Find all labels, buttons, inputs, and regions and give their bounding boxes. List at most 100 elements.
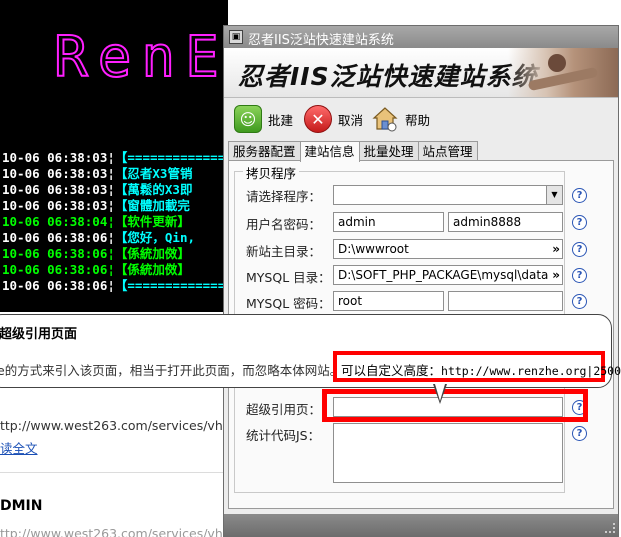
help-label: 帮助: [405, 112, 431, 128]
site-root-value: D:\wwwroot: [338, 242, 409, 256]
smiley-icon: ☺: [234, 105, 262, 133]
mysql-pwd-input[interactable]: root: [333, 291, 444, 311]
console-timestamp: 10-06 06:38:04: [2, 214, 108, 229]
app-window: ▣ 忍者IIS泛站快速建站系统 忍者IIS泛站快速建站系统 ☺ 批建 ✕ 取消 …: [223, 25, 619, 537]
console-line: 10-06 06:38:04¦【软件更新】: [2, 214, 228, 230]
house-help-icon: [371, 105, 399, 133]
console-message: 【係統加傚】: [114, 246, 190, 261]
console-line: 10-06 06:38:06¦【係統加傚】: [2, 262, 228, 278]
custom-height-label: 可以自定义高度：: [341, 363, 442, 378]
mysql-pwd-extra-input[interactable]: [448, 291, 563, 311]
super-ref-highlight: [322, 389, 588, 422]
console-line: 10-06 06:38:03¦【忍者X3管销: [2, 166, 228, 182]
tab-strip: 服务器配置 建站信息 批量处理 站点管理: [228, 141, 478, 162]
site-root-help-icon[interactable]: ?: [572, 242, 587, 257]
console-timestamp: 10-06 06:38:06: [2, 262, 108, 277]
user-help-icon[interactable]: ?: [572, 215, 587, 230]
console-message: 【您好，Qin,: [114, 230, 195, 245]
site-root-label: 新站主目录：: [246, 244, 322, 259]
password-input[interactable]: admin8888: [448, 212, 563, 232]
batch-build-button[interactable]: ☺ 批建: [234, 104, 293, 134]
tab-server-config[interactable]: 服务器配置: [228, 141, 301, 161]
console-message: 【萬鬆的X3即: [114, 182, 193, 197]
tab-site-info[interactable]: 建站信息: [299, 141, 360, 162]
background-web-page: ttp://www.west263.com/services/vhosts 读全…: [0, 402, 228, 537]
site-root-input[interactable]: D:\wwwroot »: [333, 239, 563, 259]
close-icon: ✕: [304, 105, 332, 133]
window-title: 忍者IIS泛站快速建站系统: [248, 33, 394, 48]
program-help-icon[interactable]: ?: [572, 188, 587, 203]
tab-site-manage[interactable]: 站点管理: [417, 141, 478, 161]
read-more-link[interactable]: 读全文: [0, 438, 38, 457]
tooltip-body: e的方式来引入该页面，相当于打开此页面，而忽略本体网站。: [0, 363, 343, 378]
console-separator: ¦: [107, 246, 115, 261]
program-label: 请选择程序：: [246, 189, 322, 204]
bg-url-text-2: ttp://www.west263.com/services/vhost: [0, 526, 228, 537]
mysql-pwd-help-icon[interactable]: ?: [572, 294, 587, 309]
banner-title: 忍者IIS泛站快速建站系统: [238, 62, 538, 91]
stat-code-label: 统计代码JS：: [246, 428, 321, 443]
console-separator: ¦: [107, 278, 115, 293]
tooltip-title: 超级引用页面: [0, 327, 78, 342]
mysql-dir-help-icon[interactable]: ?: [572, 268, 587, 283]
browse-icon[interactable]: »: [552, 240, 560, 258]
console-timestamp: 10-06 06:38:03: [2, 182, 108, 197]
stat-code-help-icon[interactable]: ?: [572, 426, 587, 441]
console-separator: ¦: [107, 230, 115, 245]
bg-url-text: ttp://www.west263.com/services/vhosts: [0, 418, 228, 433]
console-message: 【软件更新】: [114, 214, 190, 229]
mysql-pwd-label: MYSQL 密码：: [246, 296, 331, 311]
console-timestamp: 10-06 06:38:06: [2, 230, 108, 245]
mysql-dir-value: D:\SOFT_PHP_PACKAGE\mysql\data: [338, 268, 549, 282]
cancel-label: 取消: [338, 112, 364, 128]
console-banner: RenE: [53, 25, 228, 90]
console-message: 【窗體加載完: [114, 198, 190, 213]
console-message: 【忍者X3管销: [114, 166, 193, 181]
help-button[interactable]: 帮助: [371, 104, 430, 134]
console-timestamp: 10-06 06:38:03: [2, 150, 108, 165]
console-window: RenE 10-06 06:38:03¦【===================…: [0, 0, 228, 312]
console-line: 10-06 06:38:03¦【萬鬆的X3即: [2, 182, 228, 198]
console-separator: ¦: [107, 166, 115, 181]
username-input[interactable]: admin: [333, 212, 444, 232]
console-message: 【=====================: [114, 278, 228, 293]
mysql-dir-input[interactable]: D:\SOFT_PHP_PACKAGE\mysql\data »: [333, 265, 563, 285]
title-bar[interactable]: ▣ 忍者IIS泛站快速建站系统: [224, 26, 618, 48]
console-timestamp: 10-06 06:38:06: [2, 246, 108, 261]
tab-batch[interactable]: 批量处理: [358, 141, 419, 161]
console-separator: ¦: [107, 214, 115, 229]
program-select[interactable]: ▼: [333, 185, 563, 205]
console-timestamp: 10-06 06:38:03: [2, 198, 108, 213]
console-separator: ¦: [107, 198, 115, 213]
status-bar: [224, 514, 618, 536]
app-banner: 忍者IIS泛站快速建站系统: [224, 48, 618, 98]
console-timestamp: 10-06 06:38:06: [2, 278, 108, 293]
cancel-button[interactable]: ✕ 取消: [304, 104, 363, 134]
custom-height-highlight: 可以自定义高度：http://www.renzhe.org|2500: [333, 351, 621, 382]
stat-code-textarea[interactable]: [333, 423, 563, 483]
console-separator: ¦: [107, 150, 115, 165]
console-log: 10-06 06:38:03¦【=====================10-…: [2, 150, 228, 294]
browse-icon[interactable]: »: [552, 266, 560, 284]
group-legend: 拷贝程序: [243, 163, 300, 182]
console-line: 10-06 06:38:06¦【係統加傚】: [2, 246, 228, 262]
resize-grip-icon[interactable]: [605, 523, 615, 533]
console-message: 【係統加傚】: [114, 262, 190, 277]
bg-divider: [0, 472, 228, 473]
batch-build-label: 批建: [268, 112, 294, 128]
chevron-down-icon[interactable]: ▼: [546, 186, 562, 204]
console-line: 10-06 06:38:06¦【=====================: [2, 278, 228, 294]
tooltip-tail-fill: [435, 384, 445, 401]
toolbar: ☺ 批建 ✕ 取消 帮助: [224, 99, 618, 139]
console-message: 【=====================: [114, 150, 228, 165]
console-separator: ¦: [107, 262, 115, 277]
bg-heading: DMIN: [0, 498, 43, 514]
super-ref-label: 超级引用页：: [246, 402, 322, 417]
mysql-dir-label: MYSQL 目录：: [246, 270, 331, 285]
console-line: 10-06 06:38:06¦【您好，Qin,: [2, 230, 228, 246]
console-line: 10-06 06:38:03¦【窗體加載完: [2, 198, 228, 214]
console-timestamp: 10-06 06:38:03: [2, 166, 108, 181]
console-line: 10-06 06:38:03¦【=====================: [2, 150, 228, 166]
dancer-image: [508, 48, 618, 97]
app-icon: ▣: [229, 30, 243, 44]
